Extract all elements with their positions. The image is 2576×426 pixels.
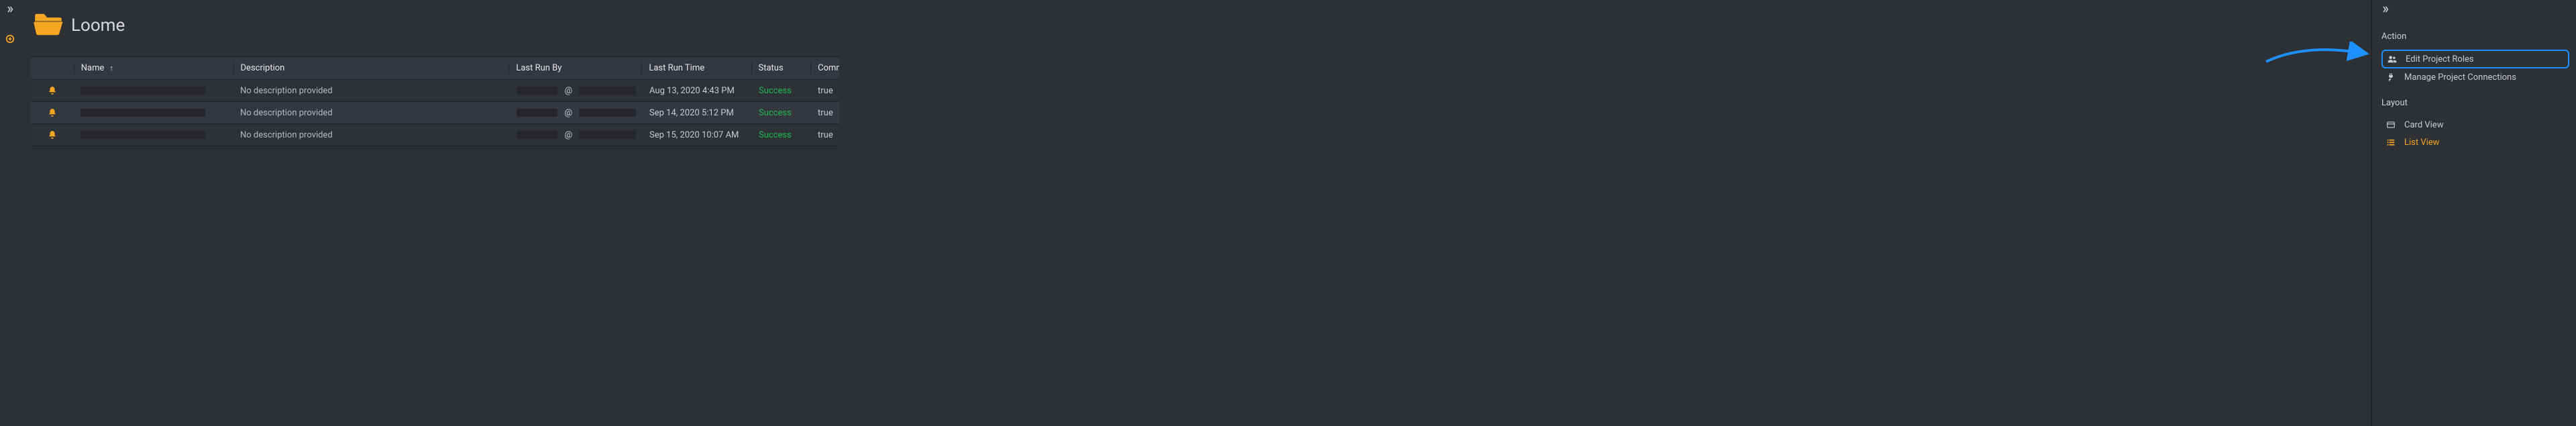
redacted-user (517, 87, 557, 95)
action-manage-project-connections-label: Manage Project Connections (2404, 72, 2516, 83)
collapse-right-panel-button[interactable] (2381, 5, 2569, 25)
layout-list-view-label: List View (2404, 138, 2439, 148)
row-status: Success (759, 86, 792, 96)
col-name[interactable]: Name ↑ (74, 63, 233, 73)
row-comm: true (818, 130, 833, 140)
col-name-label: Name (81, 63, 105, 73)
redacted-name (80, 109, 205, 117)
at-symbol: @ (561, 108, 575, 118)
row-description: No description provided (240, 108, 333, 118)
bell-icon[interactable] (48, 86, 57, 95)
right-panel: Action Edit Project Roles Manage Project… (2371, 0, 2576, 426)
row-status: Success (759, 130, 792, 140)
layout-card-view[interactable]: Card View (2381, 116, 2569, 134)
row-description: No description provided (240, 86, 333, 96)
action-edit-project-roles-label: Edit Project Roles (2406, 54, 2474, 64)
list-icon (2385, 138, 2396, 147)
row-last-run-time: Aug 13, 2020 4:43 PM (649, 86, 735, 96)
section-action-title: Action (2381, 32, 2569, 42)
brand: Loome (31, 12, 835, 39)
plug-icon (2385, 72, 2396, 82)
layout-list-view[interactable]: List View (2381, 134, 2569, 151)
table-row[interactable]: No description provided @ Sep 14, 2020 5:1… (31, 102, 839, 124)
row-description: No description provided (240, 130, 333, 140)
table-header: Name ↑ Description Last Run By Last Run … (31, 57, 839, 80)
col-status[interactable]: Status (752, 63, 811, 73)
col-last-run-time-label: Last Run Time (649, 63, 704, 73)
redacted-user (517, 131, 557, 139)
redacted-name (80, 87, 205, 95)
folder-icon (34, 12, 63, 39)
sort-asc-icon: ↑ (109, 64, 113, 72)
col-description[interactable]: Description (234, 63, 509, 73)
row-comm: true (818, 86, 833, 96)
col-status-label: Status (759, 63, 784, 73)
table-row[interactable]: No description provided @ Sep 15, 2020 10:… (31, 124, 839, 146)
expand-left-rail-button[interactable] (6, 5, 14, 15)
action-manage-project-connections[interactable]: Manage Project Connections (2381, 68, 2569, 86)
main-content: Loome Name ↑ Description Last Run By (20, 0, 835, 426)
col-last-run-by-label: Last Run By (516, 63, 561, 73)
redacted-user (517, 109, 557, 117)
at-symbol: @ (561, 130, 575, 140)
col-last-run-time[interactable]: Last Run Time (642, 63, 751, 73)
at-symbol: @ (561, 86, 575, 96)
projects-table: Name ↑ Description Last Run By Last Run … (31, 56, 839, 146)
action-edit-project-roles[interactable]: Edit Project Roles (2381, 50, 2569, 68)
row-status: Success (759, 108, 792, 118)
redacted-domain (579, 87, 636, 95)
col-description-label: Description (241, 63, 285, 73)
row-comm: true (818, 108, 833, 118)
redacted-domain (579, 109, 636, 117)
brand-name: Loome (71, 15, 125, 36)
row-last-run-time: Sep 14, 2020 5:12 PM (649, 108, 734, 118)
table-row[interactable]: No description provided @ Aug 13, 2020 4:4… (31, 80, 839, 102)
col-last-run-by[interactable]: Last Run By (509, 63, 641, 73)
card-icon (2385, 120, 2396, 129)
section-layout-title: Layout (2381, 98, 2569, 108)
redacted-domain (579, 131, 636, 139)
add-button[interactable] (5, 34, 15, 46)
users-icon (2387, 54, 2398, 64)
layout-card-view-label: Card View (2404, 120, 2443, 130)
row-last-run-time: Sep 15, 2020 10:07 AM (649, 130, 739, 140)
left-rail (0, 0, 20, 426)
bell-icon[interactable] (48, 108, 57, 117)
redacted-name (80, 131, 205, 139)
bell-icon[interactable] (48, 130, 57, 140)
